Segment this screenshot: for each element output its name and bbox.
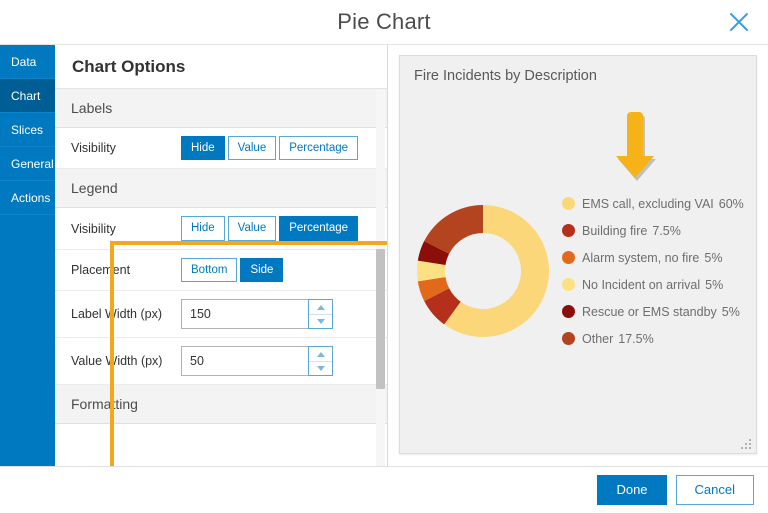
- sidebar-item-label: Slices: [11, 123, 43, 137]
- row-control: Bottom Side: [181, 258, 373, 282]
- section-header-legend: Legend: [55, 169, 387, 208]
- sidebar-item-label: Actions: [11, 191, 50, 205]
- spinner-up-icon[interactable]: [309, 300, 332, 314]
- legend-placement-side-button[interactable]: Side: [240, 258, 283, 282]
- row-legend-label-width: Label Width (px): [55, 291, 387, 338]
- sidebar-item-label: General: [11, 157, 54, 171]
- section-header-formatting: Formatting: [55, 385, 387, 424]
- dialog-header: Pie Chart: [0, 0, 768, 45]
- spinner-down-icon[interactable]: [309, 314, 332, 328]
- chart-stage: EMS call, excluding VAI 60% Building fir…: [400, 186, 756, 356]
- sidebar-item-chart[interactable]: Chart: [0, 79, 55, 113]
- legend-swatch-icon: [562, 197, 575, 210]
- legend-placement-segmented: Bottom Side: [181, 258, 286, 282]
- legend-item[interactable]: No Incident on arrival 5%: [562, 271, 756, 298]
- sidebar-item-general[interactable]: General: [0, 147, 55, 181]
- legend-value: 7.5%: [652, 224, 681, 238]
- labels-visibility-segmented: Hide Value Percentage: [181, 136, 361, 160]
- labels-visibility-percentage-button[interactable]: Percentage: [279, 136, 358, 160]
- legend-value: 17.5%: [618, 332, 653, 346]
- value-width-spinner: [308, 346, 333, 376]
- value-width-stepper: [181, 346, 333, 376]
- chart-card: Fire Incidents by Description: [399, 55, 757, 454]
- legend-label: Alarm system, no fire: [582, 251, 699, 265]
- row-control: [181, 346, 373, 376]
- page-title: Pie Chart: [337, 9, 431, 35]
- chart-title: Fire Incidents by Description: [414, 68, 597, 84]
- legend-label: Building fire: [582, 224, 647, 238]
- legend-value: 5%: [705, 278, 723, 292]
- value-width-input[interactable]: [181, 346, 308, 376]
- legend-swatch-icon: [562, 332, 575, 345]
- options-list: Labels Visibility Hide Value Percentage: [55, 89, 387, 464]
- sidebar-item-label: Chart: [11, 89, 40, 103]
- label-width-input[interactable]: [181, 299, 308, 329]
- row-control: Hide Value Percentage: [181, 136, 373, 160]
- legend-swatch-icon: [562, 224, 575, 237]
- legend-visibility-hide-button[interactable]: Hide: [181, 216, 225, 240]
- cancel-button[interactable]: Cancel: [676, 475, 754, 506]
- row-label: Visibility: [71, 222, 181, 236]
- pie-chart-dialog: Pie Chart Data Chart Slices General Acti…: [0, 0, 768, 513]
- donut-chart: [408, 201, 558, 341]
- options-scroll-area: Labels Visibility Hide Value Percentage: [55, 89, 387, 466]
- legend-item[interactable]: Rescue or EMS standby 5%: [562, 298, 756, 325]
- dialog-footer: Done Cancel: [0, 466, 768, 513]
- chart-preview-panel: Fire Incidents by Description: [388, 45, 768, 466]
- resize-grip-icon[interactable]: [740, 437, 752, 449]
- dialog-body: Data Chart Slices General Actions Chart …: [0, 45, 768, 466]
- done-button[interactable]: Done: [597, 475, 666, 506]
- sidebar-item-data[interactable]: Data: [0, 45, 55, 79]
- legend-visibility-percentage-button[interactable]: Percentage: [279, 216, 358, 240]
- legend-label: Other: [582, 332, 613, 346]
- sidebar-item-slices[interactable]: Slices: [0, 113, 55, 147]
- section-header-labels: Labels: [55, 89, 387, 128]
- down-arrow-icon: [612, 111, 658, 183]
- row-legend-value-width: Value Width (px): [55, 338, 387, 385]
- row-control: [181, 299, 373, 329]
- label-width-spinner: [308, 299, 333, 329]
- legend-label: EMS call, excluding VAI: [582, 197, 714, 211]
- close-icon[interactable]: [724, 7, 754, 37]
- spinner-up-icon[interactable]: [309, 347, 332, 361]
- donut-slices: [417, 205, 549, 337]
- donut-svg: [413, 201, 553, 341]
- row-label: Value Width (px): [71, 354, 181, 368]
- legend-swatch-icon: [562, 278, 575, 291]
- row-control: Hide Value Percentage: [181, 216, 373, 240]
- legend-visibility-segmented: Hide Value Percentage: [181, 216, 361, 240]
- legend-swatch-icon: [562, 305, 575, 318]
- spinner-down-icon[interactable]: [309, 361, 332, 375]
- row-label: Placement: [71, 263, 181, 277]
- options-panel-title: Chart Options: [55, 45, 387, 89]
- formatting-section-body: [55, 424, 387, 464]
- chart-legend: EMS call, excluding VAI 60% Building fir…: [562, 190, 756, 352]
- legend-swatch-icon: [562, 251, 575, 264]
- sidebar-filler: [0, 215, 55, 466]
- legend-placement-bottom-button[interactable]: Bottom: [181, 258, 237, 282]
- legend-item[interactable]: Alarm system, no fire 5%: [562, 244, 756, 271]
- legend-item[interactable]: Other 17.5%: [562, 325, 756, 352]
- legend-visibility-value-button[interactable]: Value: [228, 216, 277, 240]
- labels-visibility-value-button[interactable]: Value: [228, 136, 277, 160]
- row-legend-visibility: Visibility Hide Value Percentage: [55, 208, 387, 249]
- legend-label: Rescue or EMS standby: [582, 305, 717, 319]
- legend-value: 60%: [719, 197, 744, 211]
- sidebar-item-actions[interactable]: Actions: [0, 181, 55, 215]
- legend-value: 5%: [704, 251, 722, 265]
- row-label: Visibility: [71, 141, 181, 155]
- row-label: Label Width (px): [71, 307, 181, 321]
- legend-item[interactable]: EMS call, excluding VAI 60%: [562, 190, 756, 217]
- label-width-stepper: [181, 299, 333, 329]
- legend-item[interactable]: Building fire 7.5%: [562, 217, 756, 244]
- chart-options-panel: Chart Options Labels Visibility Hide Val…: [55, 45, 388, 466]
- row-legend-placement: Placement Bottom Side: [55, 250, 387, 291]
- legend-label: No Incident on arrival: [582, 278, 700, 292]
- sidebar: Data Chart Slices General Actions: [0, 45, 55, 466]
- sidebar-item-label: Data: [11, 55, 36, 69]
- row-labels-visibility: Visibility Hide Value Percentage: [55, 128, 387, 169]
- labels-visibility-hide-button[interactable]: Hide: [181, 136, 225, 160]
- options-scrollbar-thumb[interactable]: [376, 249, 385, 389]
- legend-value: 5%: [722, 305, 740, 319]
